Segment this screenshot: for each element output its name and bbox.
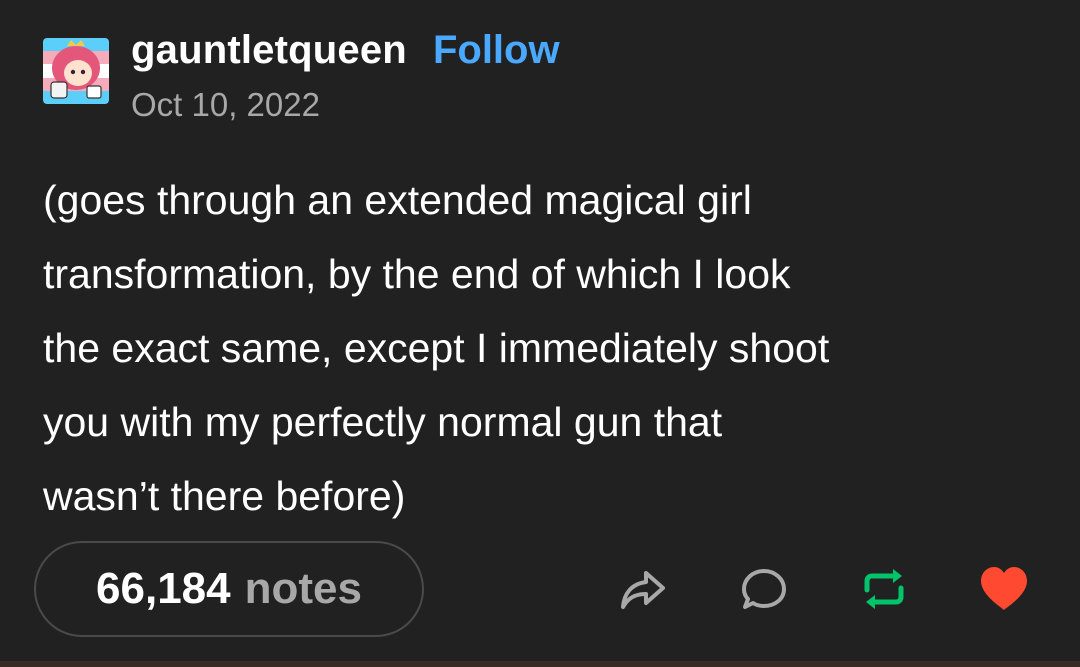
bottom-divider (0, 661, 1080, 667)
post-footer: 66,184 notes (34, 541, 1046, 639)
post-date: Oct 10, 2022 (131, 86, 320, 123)
avatar[interactable] (43, 38, 109, 104)
reply-button[interactable] (738, 565, 790, 617)
reblog-icon (858, 563, 910, 620)
notes-count: 66,184 (96, 564, 231, 613)
follow-button[interactable]: Follow (433, 30, 560, 70)
reblog-button[interactable] (858, 565, 910, 617)
like-button[interactable] (978, 565, 1030, 617)
heart-icon (977, 563, 1031, 620)
username[interactable]: gauntletqueen (131, 30, 407, 70)
notes-label: notes (244, 564, 362, 613)
name-row: gauntletqueen Follow (131, 30, 560, 70)
share-button[interactable] (617, 565, 669, 617)
header-text: gauntletqueen Follow Oct 10, 2022 (131, 30, 560, 121)
reply-bubble-icon (738, 563, 790, 620)
notes-button[interactable]: 66,184 notes (34, 541, 424, 637)
post-header: gauntletqueen Follow Oct 10, 2022 (43, 30, 560, 121)
post-card: gauntletqueen Follow Oct 10, 2022 (goes … (0, 0, 1080, 667)
share-arrow-icon (617, 563, 669, 620)
post-body: (goes through an extended magical girl t… (43, 177, 830, 519)
